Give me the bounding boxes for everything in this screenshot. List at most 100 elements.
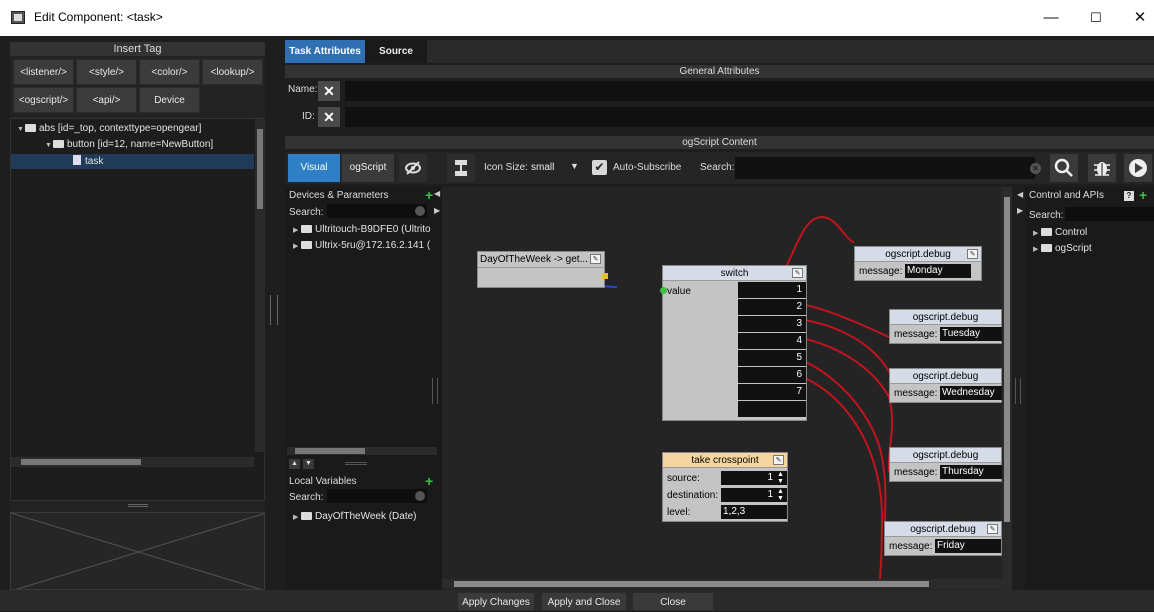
clear-search-icon[interactable] [415,206,425,216]
ogscript-mode-button[interactable]: ogScript [342,154,394,182]
device-item[interactable]: ▶ Ultritouch-B9DFE0 (Ultrito [293,224,433,235]
node-debug-friday[interactable]: ogscript.debug ✎ message: Friday [884,521,1002,556]
devices-horizontal-scrollbar[interactable] [287,447,437,455]
switch-case-6[interactable]: 6 [738,367,806,383]
tree-horizontal-scrollbar[interactable] [11,457,254,467]
apply-changes-button[interactable]: Apply Changes [457,592,535,611]
color-tag-button[interactable]: <color/> [139,59,200,85]
help-icon[interactable]: ? [1124,191,1134,201]
tree-item-button[interactable]: ▼ button [id=12, name=NewButton] [45,139,213,150]
input-port[interactable] [660,287,667,294]
device-tag-button[interactable]: Device [139,87,200,113]
icon-size-select[interactable]: small [531,162,554,173]
node-debug-tuesday[interactable]: ogscript.debug message: Tuesday [889,309,1002,344]
level-input[interactable]: 1,2,3 [721,505,787,519]
hide-icon[interactable] [399,154,427,182]
node-debug-thursday[interactable]: ogscript.debug message: Thursday [889,447,1002,482]
minimize-button[interactable]: — [1041,9,1061,27]
node-debug-monday[interactable]: ogscript.debug ✎ message: Monday [854,246,982,281]
run-icon[interactable] [1124,154,1152,182]
apis-search-input[interactable] [1065,207,1154,221]
message-input[interactable]: Thursday [940,465,1002,479]
tree-item-abs[interactable]: ▼ abs [id=_top, contexttype=opengear] [17,123,201,134]
visual-mode-button[interactable]: Visual [288,154,340,182]
message-input[interactable]: Tuesday [940,327,1002,341]
canvas-vertical-scrollbar[interactable] [1002,187,1012,590]
lookup-tag-button[interactable]: <lookup/> [202,59,263,85]
edit-icon[interactable]: ✎ [792,268,803,278]
edit-icon[interactable]: ✎ [987,524,998,534]
devices-splitter[interactable] [432,378,438,404]
maximize-button[interactable]: ☐ [1086,9,1106,27]
collapse-left-icon[interactable]: ◀ [1017,190,1023,199]
splitter-handle[interactable] [345,462,367,465]
ogscript-tag-button[interactable]: <ogscript/> [13,87,74,113]
message-input[interactable]: Wednesday [940,386,1002,400]
add-api-icon[interactable]: + [1139,187,1147,203]
apply-and-close-button[interactable]: Apply and Close [541,592,627,611]
scroll-thumb[interactable] [257,129,263,209]
device-item[interactable]: ▶ Ultrix-5ru@172.16.2.141 ( [293,240,433,251]
switch-case-empty[interactable] [738,401,806,417]
chevron-down-icon[interactable]: ▼ [570,161,579,171]
add-device-icon[interactable]: + [425,187,433,203]
devices-search-input[interactable] [327,204,427,218]
tab-task-attributes[interactable]: Task Attributes [285,40,365,63]
tab-source[interactable]: Source [365,40,427,63]
expand-right-icon[interactable]: ▶ [434,206,440,215]
node-debug-wednesday[interactable]: ogscript.debug message: Wednesday [889,368,1002,403]
search-icon[interactable] [1050,154,1078,182]
switch-case-3[interactable]: 3 [738,316,806,332]
name-input[interactable] [345,81,1154,101]
add-variable-icon[interactable]: + [425,473,433,489]
tree-vertical-scrollbar[interactable] [255,119,265,452]
right-splitter[interactable] [1015,378,1021,404]
style-tag-button[interactable]: <style/> [76,59,137,85]
edit-icon[interactable]: ✎ [773,455,784,465]
variable-item[interactable]: ▶ DayOfTheWeek (Date) [293,511,417,522]
visual-canvas[interactable]: DayOfTheWeek -> get... ✎ switch ✎ value … [442,187,1002,590]
clear-search-icon[interactable] [415,491,425,501]
listener-tag-button[interactable]: <listener/> [13,59,74,85]
scroll-thumb[interactable] [295,448,365,454]
clear-search-icon[interactable]: ✕ [1030,163,1041,174]
message-input[interactable]: Monday [905,264,971,278]
scroll-thumb[interactable] [1004,197,1010,522]
api-item-ogscript[interactable]: ▶ ogScript [1033,243,1092,254]
edit-icon[interactable]: ✎ [967,249,978,259]
switch-case-7[interactable]: 7 [738,384,806,400]
api-tag-button[interactable]: <api/> [76,87,137,113]
node-day-of-week[interactable]: DayOfTheWeek -> get... ✎ [477,251,608,288]
tree-item-task[interactable]: task [11,154,254,169]
switch-case-1[interactable]: 1 [738,282,806,298]
switch-case-2[interactable]: 2 [738,299,806,315]
canvas-horizontal-scrollbar[interactable] [442,579,1002,589]
local-search-input[interactable] [327,489,427,503]
node-switch[interactable]: switch ✎ value 1 2 3 4 5 6 7 [660,265,807,421]
expand-right-icon[interactable]: ▶ [1017,206,1023,215]
auto-subscribe-checkbox[interactable]: ✔ [592,160,607,175]
edit-icon[interactable]: ✎ [590,254,601,264]
node-take-crosspoint[interactable]: take crosspoint ✎ source: 1 ▲ ▼ destinati… [662,452,788,522]
flowchart-icon[interactable] [447,154,475,182]
id-clear-icon[interactable]: ✕ [318,107,340,127]
switch-case-5[interactable]: 5 [738,350,806,366]
splitter-handle[interactable] [128,504,148,507]
left-splitter[interactable] [270,295,278,325]
switch-case-4[interactable]: 4 [738,333,806,349]
search-input[interactable] [735,157,1035,179]
name-clear-icon[interactable]: ✕ [318,81,340,101]
collapse-left-icon[interactable]: ◀ [434,189,440,198]
scroll-thumb[interactable] [21,459,141,465]
stepper-icon[interactable]: ▲ ▼ [777,471,784,485]
stepper-icon[interactable]: ▲ ▼ [777,488,784,502]
message-input[interactable]: Friday [935,539,1001,553]
scroll-thumb[interactable] [454,581,929,587]
id-input[interactable] [345,107,1154,127]
debug-icon[interactable] [1088,154,1116,182]
api-item-control[interactable]: ▶ Control [1033,227,1087,238]
close-window-button[interactable]: ✕ [1130,9,1150,27]
output-port[interactable] [602,273,608,279]
move-up-icon[interactable]: ▲ [289,459,300,469]
close-button[interactable]: Close [632,592,714,611]
